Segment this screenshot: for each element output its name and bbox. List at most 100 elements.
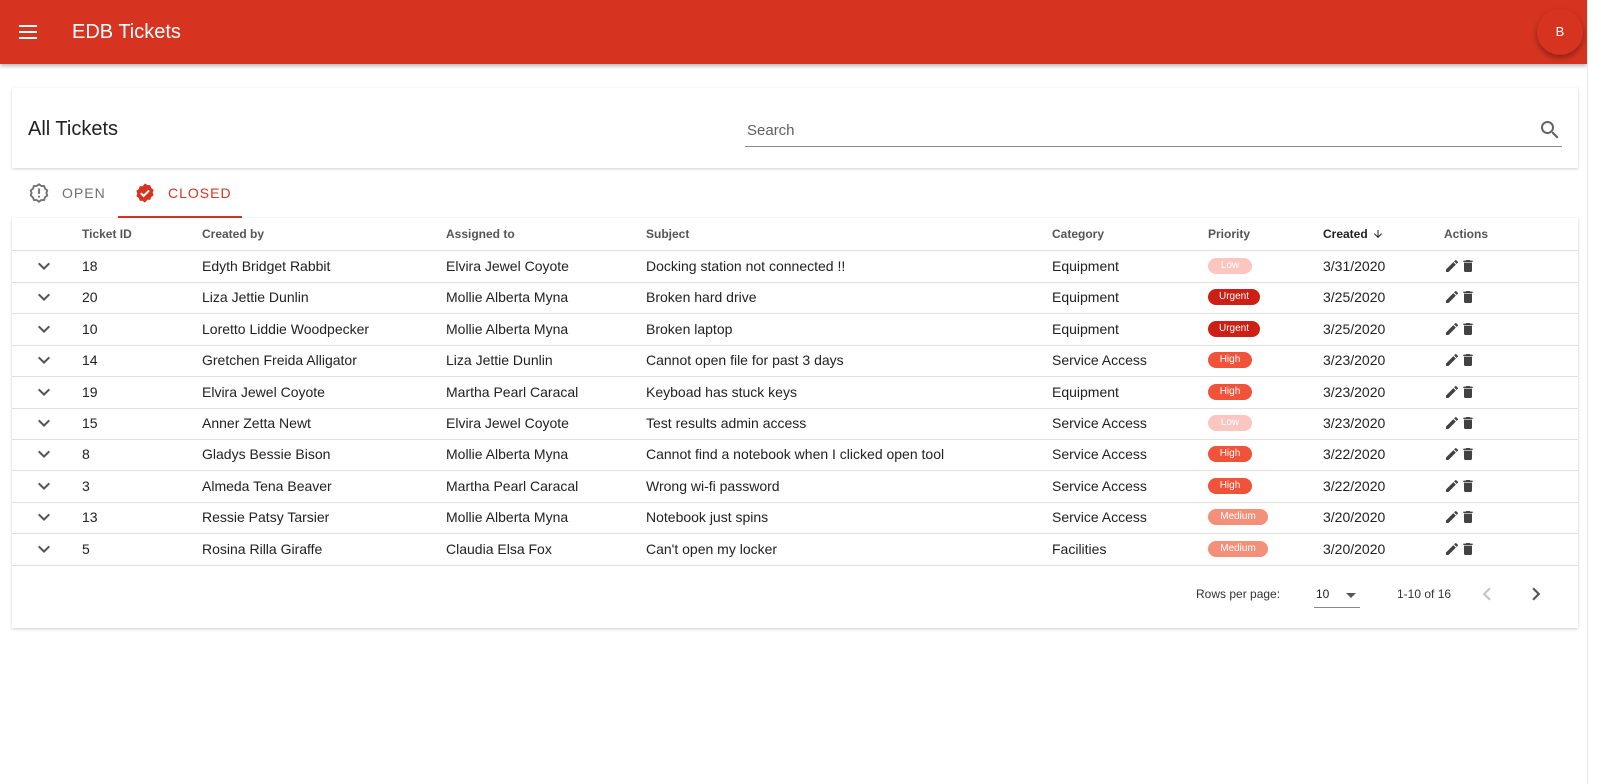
page-range: 1-10 of 16: [1397, 587, 1452, 601]
cell-subject: Broken laptop: [646, 320, 733, 337]
delete-icon[interactable]: [1460, 258, 1476, 274]
table-row[interactable]: 18 Edyth Bridget Rabbit Elvira Jewel Coyot…: [12, 250, 1578, 283]
expand-row-icon[interactable]: [32, 254, 56, 278]
expand-row-icon[interactable]: [32, 537, 56, 561]
edit-icon[interactable]: [1444, 415, 1460, 431]
delete-icon[interactable]: [1460, 289, 1476, 305]
cell-created-by: Gretchen Freida Alligator: [202, 352, 357, 369]
cell-created-by: Liza Jettie Dunlin: [202, 289, 309, 306]
scrollbar[interactable]: [1587, 0, 1601, 784]
edit-icon[interactable]: [1444, 258, 1460, 274]
cell-ticket-id: 10: [82, 320, 98, 337]
table-header: Ticket ID Created by Assigned to Subject…: [12, 218, 1578, 251]
cell-ticket-id: 13: [82, 509, 98, 526]
tab-closed-label: CLOSED: [168, 185, 232, 201]
cell-created: 3/20/2020: [1323, 540, 1386, 557]
delete-icon[interactable]: [1460, 321, 1476, 337]
cell-category: Equipment: [1052, 383, 1119, 400]
edit-icon[interactable]: [1444, 509, 1460, 525]
table-row[interactable]: 5 Rosina Rilla Giraffe Claudia Elsa Fox Can…: [12, 533, 1578, 566]
priority-badge: Low: [1208, 258, 1252, 274]
expand-row-icon[interactable]: [32, 317, 56, 341]
search-icon[interactable]: [1538, 118, 1562, 142]
tab-open[interactable]: OPEN: [28, 170, 106, 216]
table-row[interactable]: 20 Liza Jettie Dunlin Mollie Alberta Myna B…: [12, 281, 1578, 315]
cell-ticket-id: 18: [82, 258, 98, 274]
delete-icon[interactable]: [1460, 415, 1476, 431]
next-page-button[interactable]: [1523, 581, 1549, 607]
col-ticket-id[interactable]: Ticket ID: [82, 227, 132, 241]
previous-page-button[interactable]: [1474, 581, 1500, 607]
cell-subject: Test results admin access: [646, 415, 807, 431]
avatar[interactable]: B: [1537, 9, 1583, 55]
col-created-by[interactable]: Created by: [202, 227, 264, 241]
edit-icon[interactable]: [1444, 478, 1460, 494]
cell-created: 3/22/2020: [1323, 446, 1386, 463]
edit-icon[interactable]: [1444, 541, 1460, 557]
edit-icon[interactable]: [1444, 446, 1460, 462]
cell-ticket-id: 3: [82, 477, 90, 494]
cell-created-by: Edyth Bridget Rabbit: [202, 258, 331, 274]
rows-per-page-select[interactable]: 10: [1314, 581, 1360, 608]
app-bar: EDB Tickets B: [0, 0, 1587, 64]
edit-icon[interactable]: [1444, 289, 1460, 305]
tab-closed[interactable]: CLOSED: [134, 170, 232, 216]
cell-created-by: Elvira Jewel Coyote: [202, 383, 325, 400]
col-assigned-to[interactable]: Assigned to: [446, 227, 515, 241]
priority-badge: Urgent: [1208, 320, 1260, 337]
priority-badge: Urgent: [1208, 289, 1260, 306]
cell-assigned-to: Liza Jettie Dunlin: [446, 352, 553, 369]
menu-icon: [19, 25, 37, 27]
cell-created: 3/31/2020: [1323, 258, 1386, 274]
priority-badge: High: [1208, 446, 1252, 463]
edit-icon[interactable]: [1444, 321, 1460, 337]
expand-row-icon[interactable]: [32, 505, 56, 529]
table-row[interactable]: 15 Anner Zetta Newt Elvira Jewel Coyote Tes…: [12, 407, 1578, 440]
col-created-label: Created: [1323, 227, 1368, 241]
search-field[interactable]: [745, 114, 1562, 147]
delete-icon[interactable]: [1460, 384, 1476, 400]
expand-row-icon[interactable]: [32, 348, 56, 372]
cell-created-by: Anner Zetta Newt: [202, 415, 311, 431]
delete-icon[interactable]: [1460, 446, 1476, 462]
cell-created-by: Rosina Rilla Giraffe: [202, 540, 323, 557]
rows-per-page-label: Rows per page:: [1196, 587, 1281, 601]
cell-subject: Broken hard drive: [646, 289, 757, 306]
cell-created: 3/25/2020: [1323, 289, 1386, 306]
search-input[interactable]: [745, 118, 1509, 142]
cell-subject: Cannot open file for past 3 days: [646, 352, 844, 369]
cell-category: Service Access: [1052, 415, 1147, 431]
col-created[interactable]: Created: [1323, 227, 1384, 241]
expand-row-icon[interactable]: [32, 442, 56, 466]
expand-row-icon[interactable]: [32, 285, 56, 309]
delete-icon[interactable]: [1460, 541, 1476, 557]
table-row[interactable]: 14 Gretchen Freida Alligator Liza Jettie D…: [12, 344, 1578, 378]
cell-ticket-id: 19: [82, 383, 98, 400]
edit-icon[interactable]: [1444, 384, 1460, 400]
col-category[interactable]: Category: [1052, 227, 1104, 241]
expand-row-icon[interactable]: [32, 380, 56, 404]
priority-badge: Medium: [1208, 509, 1268, 526]
expand-row-icon[interactable]: [32, 474, 56, 498]
caret-down-icon: [1346, 593, 1356, 598]
priority-badge: Medium: [1208, 540, 1268, 557]
table-row[interactable]: 3 Almeda Tena Beaver Martha Pearl Caracal W…: [12, 470, 1578, 503]
edit-icon[interactable]: [1444, 352, 1460, 368]
col-subject[interactable]: Subject: [646, 227, 689, 241]
col-priority[interactable]: Priority: [1208, 227, 1250, 241]
menu-button[interactable]: [16, 20, 40, 44]
arrow-down-icon: [1373, 230, 1382, 238]
table-row[interactable]: 13 Ressie Patsy Tarsier Mollie Alberta Myn…: [12, 501, 1578, 535]
delete-icon[interactable]: [1460, 509, 1476, 525]
cell-ticket-id: 5: [82, 540, 90, 557]
expand-row-icon[interactable]: [32, 411, 56, 435]
cell-category: Service Access: [1052, 477, 1147, 494]
delete-icon[interactable]: [1460, 478, 1476, 494]
table-row[interactable]: 8 Gladys Bessie Bison Mollie Alberta Myna C…: [12, 438, 1578, 472]
cell-created-by: Almeda Tena Beaver: [202, 477, 332, 494]
table-row[interactable]: 19 Elvira Jewel Coyote Martha Pearl Caraca…: [12, 376, 1578, 409]
table-row[interactable]: 10 Loretto Liddie Woodpecker Mollie Albert…: [12, 313, 1578, 346]
delete-icon[interactable]: [1460, 352, 1476, 368]
cell-created: 3/23/2020: [1323, 383, 1386, 400]
app-title: EDB Tickets: [72, 21, 181, 43]
